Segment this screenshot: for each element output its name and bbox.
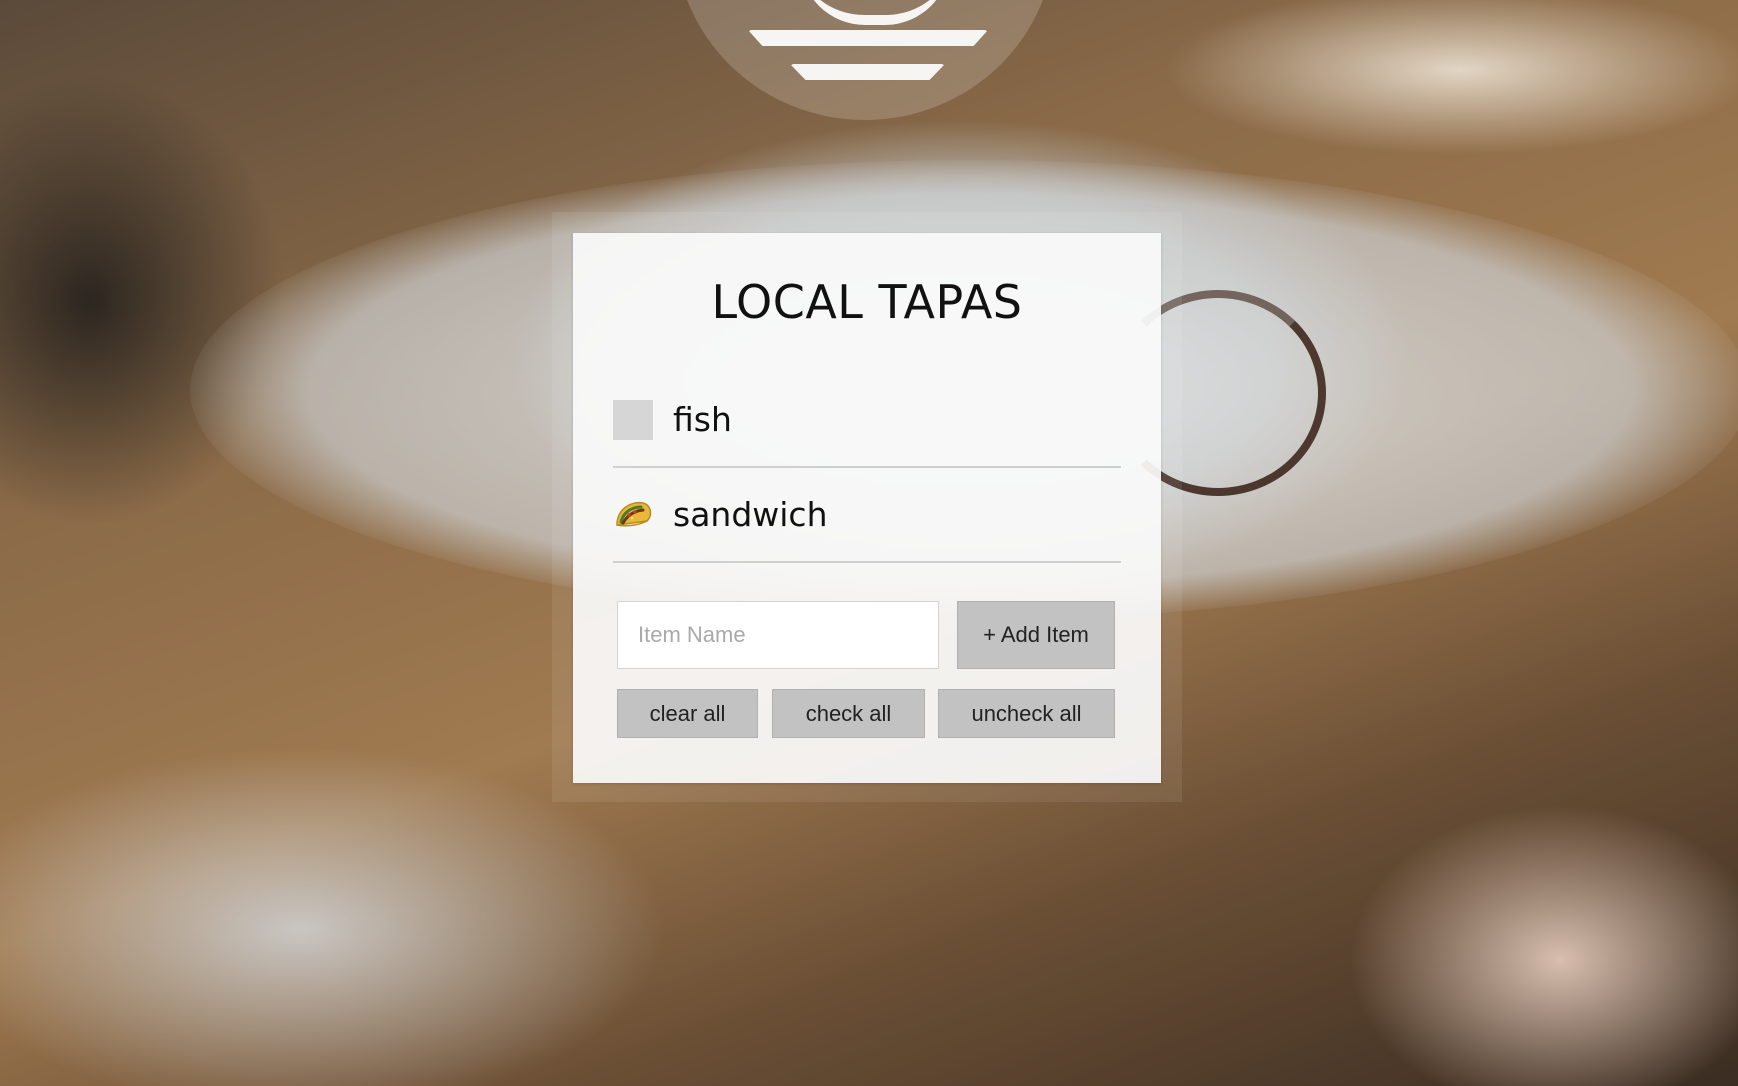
logo-bar-bottom (790, 64, 945, 80)
shopping-list-card: LOCAL TAPAS fish sandwich + Add (573, 233, 1161, 783)
clear-all-button[interactable]: clear all (617, 689, 758, 738)
item-list: fish sandwich (613, 373, 1121, 563)
item-label: fish (673, 400, 732, 439)
logo-bar-top (748, 30, 988, 46)
item-name-input[interactable] (617, 601, 939, 669)
list-item[interactable]: fish (613, 373, 1121, 468)
taco-icon (616, 501, 652, 527)
check-all-button[interactable]: check all (772, 689, 925, 738)
bulk-actions: clear all check all uncheck all (617, 689, 1117, 739)
item-checkbox[interactable] (613, 399, 653, 440)
list-item[interactable]: sandwich (613, 468, 1121, 563)
add-item-button[interactable]: + Add Item (957, 601, 1115, 669)
app-title: LOCAL TAPAS (711, 275, 1023, 329)
item-checkbox-checked[interactable] (613, 495, 653, 535)
item-label: sandwich (673, 495, 828, 534)
add-item-form: + Add Item (617, 601, 1117, 671)
uncheck-all-button[interactable]: uncheck all (938, 689, 1115, 738)
